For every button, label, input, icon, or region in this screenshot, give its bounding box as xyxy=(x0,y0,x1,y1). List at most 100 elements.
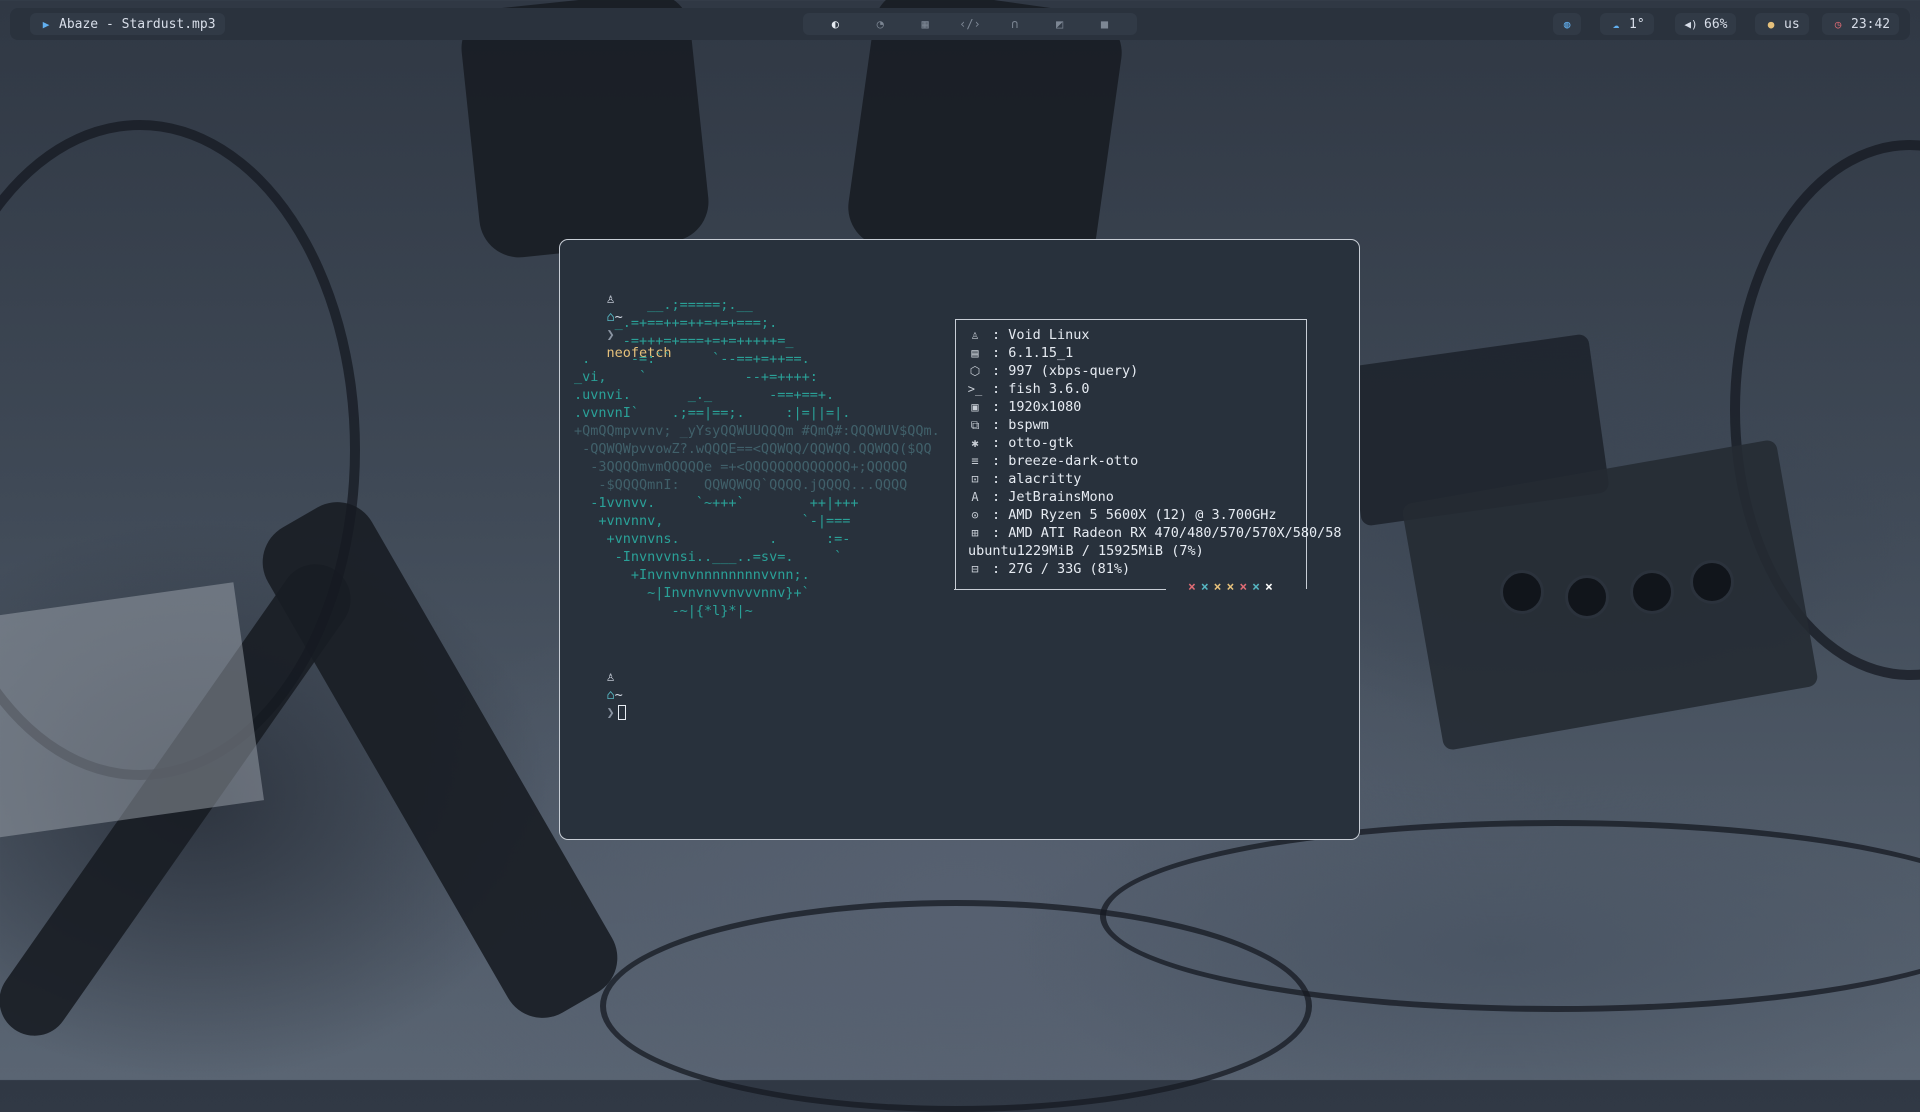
info-value: ubuntu1229MiB / 15925MiB (7%) xyxy=(968,543,1204,559)
info-row: ⊙ : AMD Ryzen 5 5600X (12) @ 3.700GHz xyxy=(968,506,1342,524)
info-value: : 1920x1080 xyxy=(992,399,1082,415)
info-row: A : JetBrainsMono xyxy=(968,488,1342,506)
volume-value: 66% xyxy=(1704,16,1728,32)
ascii-logo: __.;=====;.__ _.=+==++=++=+=+===;. -=+++… xyxy=(574,296,940,620)
logo-line: +Invnvnvnnnnnnnnvvnn;. xyxy=(574,567,810,583)
linux-penguin-icon: ♙ xyxy=(606,669,615,685)
logo-line: -QQWQWpvvowZ?.wQQQE==<QQWQQ/QQWQQ.QQWQQ(… xyxy=(574,441,932,457)
info-row: >_ : fish 3.6.0 xyxy=(968,380,1342,398)
color-palette: × × × × × × × xyxy=(1188,579,1273,597)
font-icon: A xyxy=(971,490,979,504)
system-info: ♙ : Void Linux ▤ : 6.1.15_1 ⬡ : 997 (xbps-que… xyxy=(968,326,1342,578)
logo-line: +vnvnvns. . :=- xyxy=(574,531,851,547)
cpu-icon: ⊙ xyxy=(971,508,979,522)
info-value: : AMD Ryzen 5 5600X (12) @ 3.700GHz xyxy=(992,507,1277,523)
text-cursor[interactable] xyxy=(617,705,626,720)
window-manager-icon: ⧉ xyxy=(970,418,980,432)
logo-line: _.=+==++=++=+=+===;. xyxy=(574,315,778,331)
image-icon[interactable]: ◩ xyxy=(1053,17,1067,31)
palette-icon: ✱ xyxy=(971,436,979,450)
logo-line: .uvnvi. _._ -==+==+. xyxy=(574,387,835,403)
weather-value: 1° xyxy=(1629,16,1645,32)
info-row: ⊟ : 27G / 33G (81%) xyxy=(968,560,1342,578)
bottle-icon[interactable]: ◔ xyxy=(873,17,887,31)
clock-icon: ◷ xyxy=(1834,17,1842,31)
weather-widget[interactable]: ☁ 1° xyxy=(1600,13,1654,35)
color-swatch: × xyxy=(1213,580,1222,595)
cloud-icon: ☁ xyxy=(1612,17,1620,31)
info-row: ✱ : otto-gtk xyxy=(968,434,1342,452)
info-row: ▣ : 1920x1080 xyxy=(968,398,1342,416)
info-row: ≡ : breeze-dark-otto xyxy=(968,452,1342,470)
info-value: : alacritty xyxy=(992,471,1082,487)
info-value: : JetBrainsMono xyxy=(992,489,1114,505)
logo-line: +QmQQmpvvnv; _yYsyQQWUUQQQm #QmQ#:QQQWUV… xyxy=(574,423,940,439)
package-icon: ⬡ xyxy=(969,364,981,378)
info-row: ubuntu1229MiB / 15925MiB (7%) xyxy=(968,542,1342,560)
clock-widget[interactable]: ◷ 23:42 xyxy=(1822,13,1900,35)
clock-value: 23:42 xyxy=(1851,16,1891,32)
prompt-tilde: ~ xyxy=(614,687,623,703)
color-swatch: × xyxy=(1264,580,1273,595)
color-swatch: × xyxy=(1226,580,1235,595)
logo-line: -3QQQQmvmQQQQQe =+<QQQQQQQQQQQQQ+;QQQQQ xyxy=(574,459,908,475)
logo-line: ~|Invnvnvvnvvvnnv}+` xyxy=(574,585,810,601)
info-value: : bspwm xyxy=(992,417,1049,433)
logo-line: -=+++=+===+=+=+++++=_ xyxy=(574,333,794,349)
info-value: : 27G / 33G (81%) xyxy=(992,561,1131,577)
logo-line: +vnvnnv, `-|=== xyxy=(574,513,851,529)
volume-widget[interactable]: ◀) 66% xyxy=(1675,13,1737,35)
speaker-icon: ◀) xyxy=(1684,17,1698,31)
display-icon: ▣ xyxy=(971,400,979,414)
info-value: : otto-gtk xyxy=(992,435,1074,451)
logo-line: -1vvnvv. `~+++` ++|+++ xyxy=(574,495,859,511)
workspace-switcher: ◐ ◔ ▦ ‹/› ∩ ◩ ■ xyxy=(803,13,1137,35)
globe-icon: ◍ xyxy=(1563,17,1571,31)
logo-line: __.;=====;.__ xyxy=(574,297,753,313)
info-row: ⊡ : alacritty xyxy=(968,470,1342,488)
prompt-arrow: ❯ xyxy=(606,705,615,721)
kernel-icon: ▤ xyxy=(971,346,979,360)
top-bar: ▶ Abaze - Stardust.mp3 ◐ ◔ ▦ ‹/› ∩ ◩ ■ ◍… xyxy=(10,8,1910,40)
logo-line: -Invnvvnsi..___..=sv=. ` xyxy=(574,549,843,565)
info-row: ⊞ : AMD ATI Radeon RX 470/480/570/570X/58… xyxy=(968,524,1342,542)
logo-line: _vi, ` --+=++++: xyxy=(574,369,818,385)
info-value: : breeze-dark-otto xyxy=(992,453,1139,469)
info-value: : 6.1.15_1 xyxy=(992,345,1074,361)
logo-line: . -=:`` `--==+=++==. xyxy=(574,351,810,367)
keyboard-layout-widget[interactable]: ● us xyxy=(1755,13,1809,35)
prompt-line-current[interactable]: ♙ ⌂~ ❯ xyxy=(574,650,626,740)
info-value: : AMD ATI Radeon RX 470/480/570/570X/580… xyxy=(992,525,1342,541)
linux-penguin-icon: ♙ xyxy=(971,328,979,342)
moon-icon[interactable]: ◐ xyxy=(828,17,842,31)
info-row: ⬡ : 997 (xbps-query) xyxy=(968,362,1342,380)
play-circle-icon[interactable]: ▶ xyxy=(39,17,53,31)
video-icon[interactable]: ■ xyxy=(1097,17,1111,31)
info-value: : 997 (xbps-query) xyxy=(992,363,1139,379)
disk-icon: ⊟ xyxy=(971,562,979,576)
calendar-icon[interactable]: ▦ xyxy=(918,17,932,31)
color-swatch: × xyxy=(1188,580,1196,595)
terminal-prompt-icon: >_ xyxy=(967,382,983,396)
terminal-icon: ⊡ xyxy=(971,472,979,486)
color-swatch: × xyxy=(1239,580,1248,595)
color-swatch: × xyxy=(1200,580,1209,595)
code-icon[interactable]: ‹/› xyxy=(959,17,981,31)
info-value: : fish 3.6.0 xyxy=(992,381,1090,397)
logo-line: -~|{*l}*|~ xyxy=(574,603,753,619)
terminal-window[interactable]: ♙ ⌂~ ❯ neofetch __.;=====;.__ _.=+==++=+… xyxy=(559,239,1360,840)
home-icon: ⌂ xyxy=(606,687,615,703)
info-row: ⧉ : bspwm xyxy=(968,416,1342,434)
logo-line: -$QQQQmnI: QQWQWQQ`QQQQ.jQQQQ...QQQQ xyxy=(574,477,908,493)
media-title: Abaze - Stardust.mp3 xyxy=(59,16,216,32)
menu-icon: ≡ xyxy=(971,454,979,468)
info-value: : Void Linux xyxy=(992,327,1090,343)
globe-small-icon: ● xyxy=(1767,17,1775,31)
media-player[interactable]: ▶ Abaze - Stardust.mp3 xyxy=(30,13,225,35)
gpu-icon: ⊞ xyxy=(971,526,979,540)
headphones-icon[interactable]: ∩ xyxy=(1008,17,1022,31)
network-indicator[interactable]: ◍ xyxy=(1553,13,1581,35)
logo-line: .vvnvnI` .;==|==;. :|=||=|. xyxy=(574,405,851,421)
info-row: ♙ : Void Linux xyxy=(968,326,1342,344)
info-row: ▤ : 6.1.15_1 xyxy=(968,344,1342,362)
